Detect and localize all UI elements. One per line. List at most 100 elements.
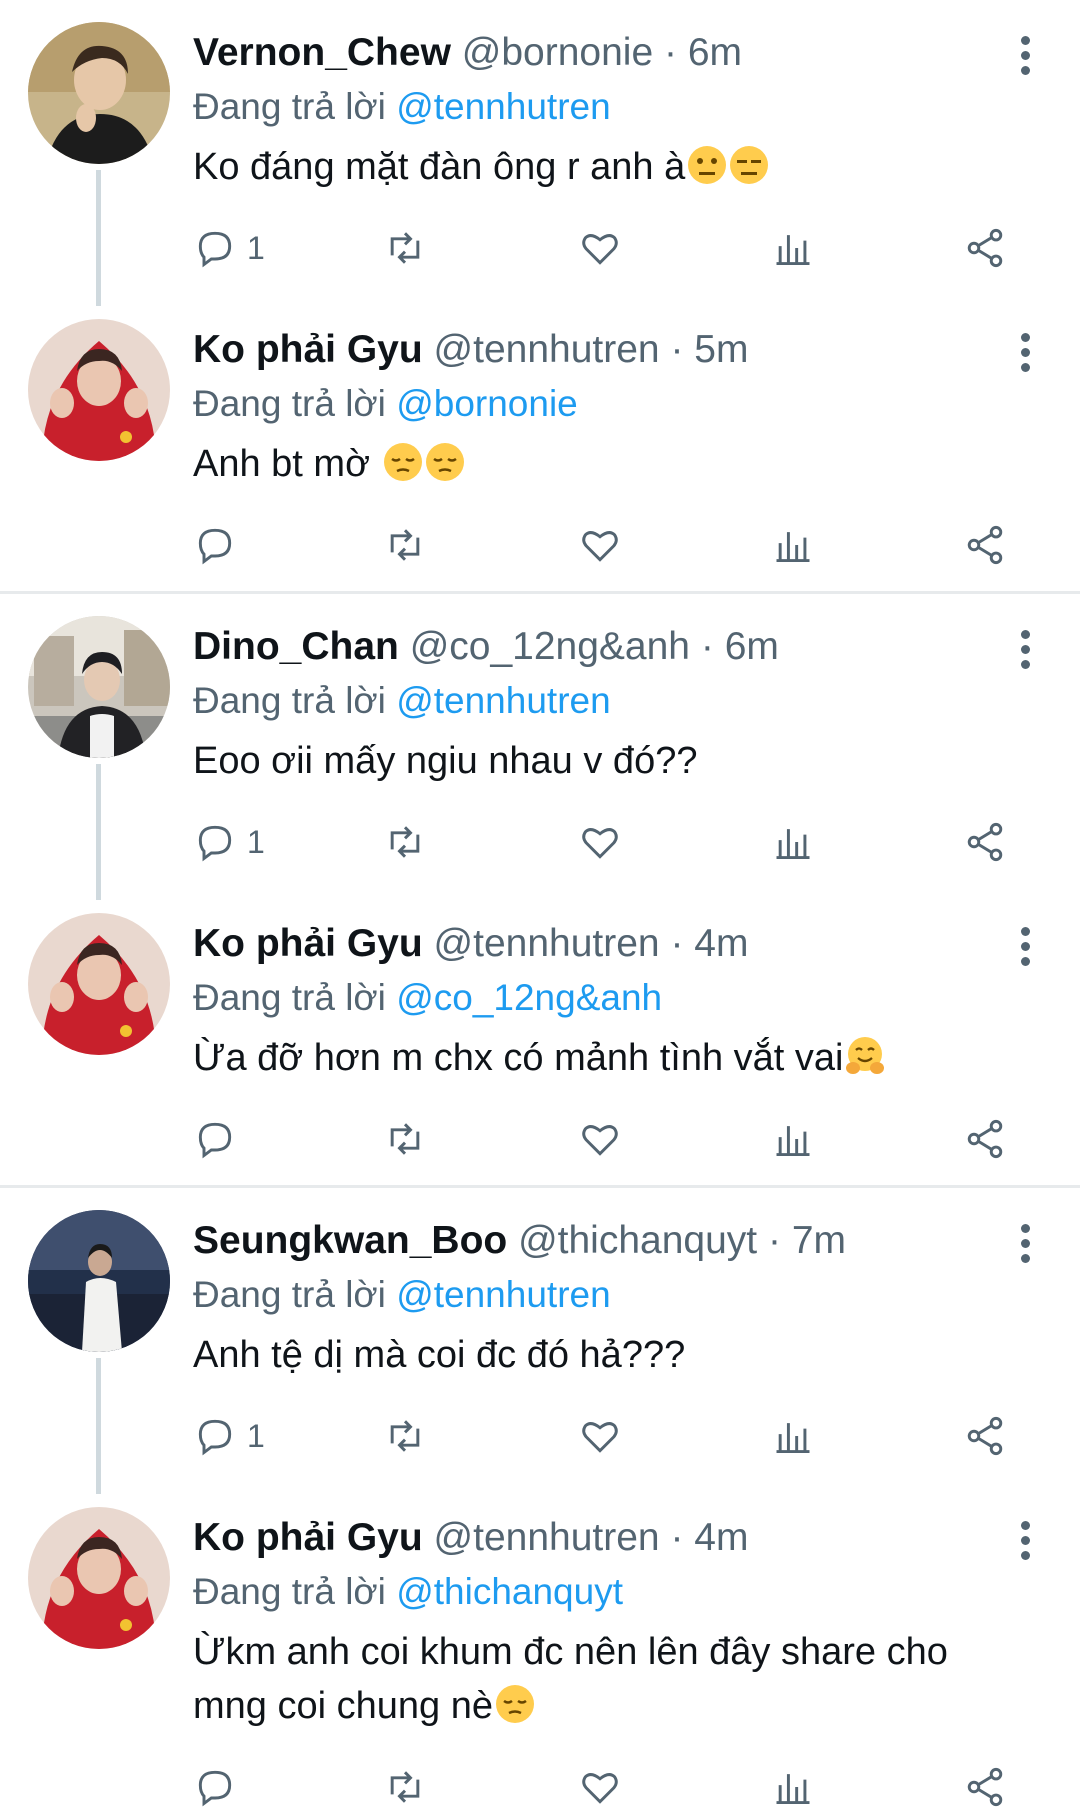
more-options-icon[interactable] xyxy=(1018,630,1032,676)
display-name[interactable]: Ko phải Gyu xyxy=(193,328,423,371)
more-options-icon[interactable] xyxy=(1018,927,1032,973)
share-button[interactable] xyxy=(963,1406,1007,1466)
tweet-card[interactable]: Ko phải Gyu @tennhutren · 4m Đang trả lờ… xyxy=(0,913,1080,1183)
reply-button[interactable] xyxy=(193,515,247,575)
user-handle[interactable]: @tennhutren xyxy=(434,328,660,371)
separator-dot: · xyxy=(663,31,677,74)
share-button[interactable] xyxy=(963,1109,1007,1169)
action-bar xyxy=(193,515,1033,575)
retweet-button[interactable] xyxy=(383,1109,427,1169)
thread-line xyxy=(96,764,101,900)
more-options-icon[interactable] xyxy=(1018,36,1032,82)
retweet-button[interactable] xyxy=(383,218,427,278)
like-button[interactable] xyxy=(578,812,622,872)
analytics-icon xyxy=(776,532,810,563)
more-options-icon[interactable] xyxy=(1018,1224,1032,1270)
display-name[interactable]: Vernon_Chew xyxy=(193,31,451,74)
user-handle[interactable]: @co_12ng&anh xyxy=(410,625,690,668)
like-button[interactable] xyxy=(578,515,622,575)
reply-button[interactable]: 1 xyxy=(193,812,265,872)
retweet-button[interactable] xyxy=(383,515,427,575)
retweet-button[interactable] xyxy=(383,1757,427,1817)
tweet-card[interactable]: Ko phải Gyu @tennhutren · 4m Đang trả lờ… xyxy=(0,1507,1080,1807)
analytics-button[interactable] xyxy=(771,218,815,278)
like-button[interactable] xyxy=(578,1109,622,1169)
mention-link[interactable]: @thichanquyt xyxy=(396,1571,623,1612)
avatar[interactable] xyxy=(28,913,170,1055)
reply-icon xyxy=(198,825,232,862)
avatar[interactable] xyxy=(28,1210,170,1352)
analytics-icon xyxy=(776,829,810,860)
display-name[interactable]: Dino_Chan xyxy=(193,625,399,668)
tweet-text-content: Ừa đỡ hơn m chx có mảnh tình vắt vai xyxy=(193,1037,844,1079)
pensive-face-emoji xyxy=(425,443,464,481)
tweet-header: Ko phải Gyu @tennhutren · 5m xyxy=(193,327,748,373)
separator-dot: · xyxy=(767,1219,781,1262)
tweet-text-line: Ừkm anh coi khum đc nên lên đây share ch… xyxy=(193,1631,948,1673)
action-bar xyxy=(193,1109,1033,1169)
timestamp: 7m xyxy=(791,1219,847,1262)
share-icon xyxy=(967,822,1003,862)
mention-link[interactable]: @tennhutren xyxy=(396,86,610,127)
share-button[interactable] xyxy=(963,218,1007,278)
avatar[interactable] xyxy=(28,319,170,461)
pensive-face-emoji xyxy=(495,1685,534,1723)
avatar-image xyxy=(28,22,170,164)
like-button[interactable] xyxy=(578,1406,622,1466)
share-button[interactable] xyxy=(963,812,1007,872)
replying-to: Đang trả lời @tennhutren xyxy=(193,678,611,724)
reply-button[interactable] xyxy=(193,1757,247,1817)
analytics-button[interactable] xyxy=(771,1757,815,1817)
user-handle[interactable]: @bornonie xyxy=(462,31,653,74)
share-button[interactable] xyxy=(963,1757,1007,1817)
analytics-button[interactable] xyxy=(771,1406,815,1466)
replying-to-label: Đang trả lời xyxy=(193,86,386,127)
replying-to: Đang trả lời @tennhutren xyxy=(193,1272,611,1318)
reply-button[interactable] xyxy=(193,1109,247,1169)
like-button[interactable] xyxy=(578,1757,622,1817)
tweet-header: Vernon_Chew @bornonie · 6m xyxy=(193,30,742,76)
tweet-header: Seungkwan_Boo @thichanquyt · 7m xyxy=(193,1218,846,1264)
reply-icon xyxy=(198,1419,232,1456)
avatar[interactable] xyxy=(28,22,170,164)
replying-to: Đang trả lời @thichanquyt xyxy=(193,1569,623,1615)
tweet-card[interactable]: Vernon_Chew @bornonie · 6m Đang trả lời … xyxy=(0,22,1080,306)
reply-button[interactable]: 1 xyxy=(193,218,265,278)
tweet-card[interactable]: Ko phải Gyu @tennhutren · 5m Đang trả lờ… xyxy=(0,319,1080,589)
display-name[interactable]: Ko phải Gyu xyxy=(193,1516,423,1559)
tweet-card[interactable]: Seungkwan_Boo @thichanquyt · 7m Đang trả… xyxy=(0,1210,1080,1494)
user-handle[interactable]: @tennhutren xyxy=(434,1516,660,1559)
tweet-text-content: Anh tệ dị mà coi đc đó hả??? xyxy=(193,1334,686,1376)
user-handle[interactable]: @tennhutren xyxy=(434,922,660,965)
retweet-icon xyxy=(390,232,420,264)
like-button[interactable] xyxy=(578,218,622,278)
mention-link[interactable]: @co_12ng&anh xyxy=(396,977,662,1018)
avatar[interactable] xyxy=(28,1507,170,1649)
tweet-card[interactable]: Dino_Chan @co_12ng&anh · 6m Đang trả lời… xyxy=(0,616,1080,900)
retweet-icon xyxy=(390,1420,420,1452)
analytics-button[interactable] xyxy=(771,812,815,872)
replying-to: Đang trả lời @co_12ng&anh xyxy=(193,975,662,1021)
share-button[interactable] xyxy=(963,515,1007,575)
retweet-button[interactable] xyxy=(383,1406,427,1466)
more-options-icon[interactable] xyxy=(1018,1521,1032,1567)
avatar[interactable] xyxy=(28,616,170,758)
mention-link[interactable]: @bornonie xyxy=(396,383,578,424)
reply-button[interactable]: 1 xyxy=(193,1406,265,1466)
analytics-button[interactable] xyxy=(771,1109,815,1169)
separator-dot: · xyxy=(670,328,684,371)
replying-to-label: Đang trả lời xyxy=(193,680,386,721)
analytics-button[interactable] xyxy=(771,515,815,575)
heart-icon xyxy=(582,1422,618,1453)
timestamp: 4m xyxy=(694,922,749,965)
share-icon xyxy=(967,1767,1003,1807)
mention-link[interactable]: @tennhutren xyxy=(396,680,610,721)
display-name[interactable]: Seungkwan_Boo xyxy=(193,1219,507,1262)
retweet-button[interactable] xyxy=(383,812,427,872)
heart-icon xyxy=(582,234,618,265)
user-handle[interactable]: @thichanquyt xyxy=(518,1219,757,1262)
mention-link[interactable]: @tennhutren xyxy=(396,1274,610,1315)
more-options-icon[interactable] xyxy=(1018,333,1032,379)
display-name[interactable]: Ko phải Gyu xyxy=(193,922,423,965)
reply-count: 1 xyxy=(247,229,265,266)
